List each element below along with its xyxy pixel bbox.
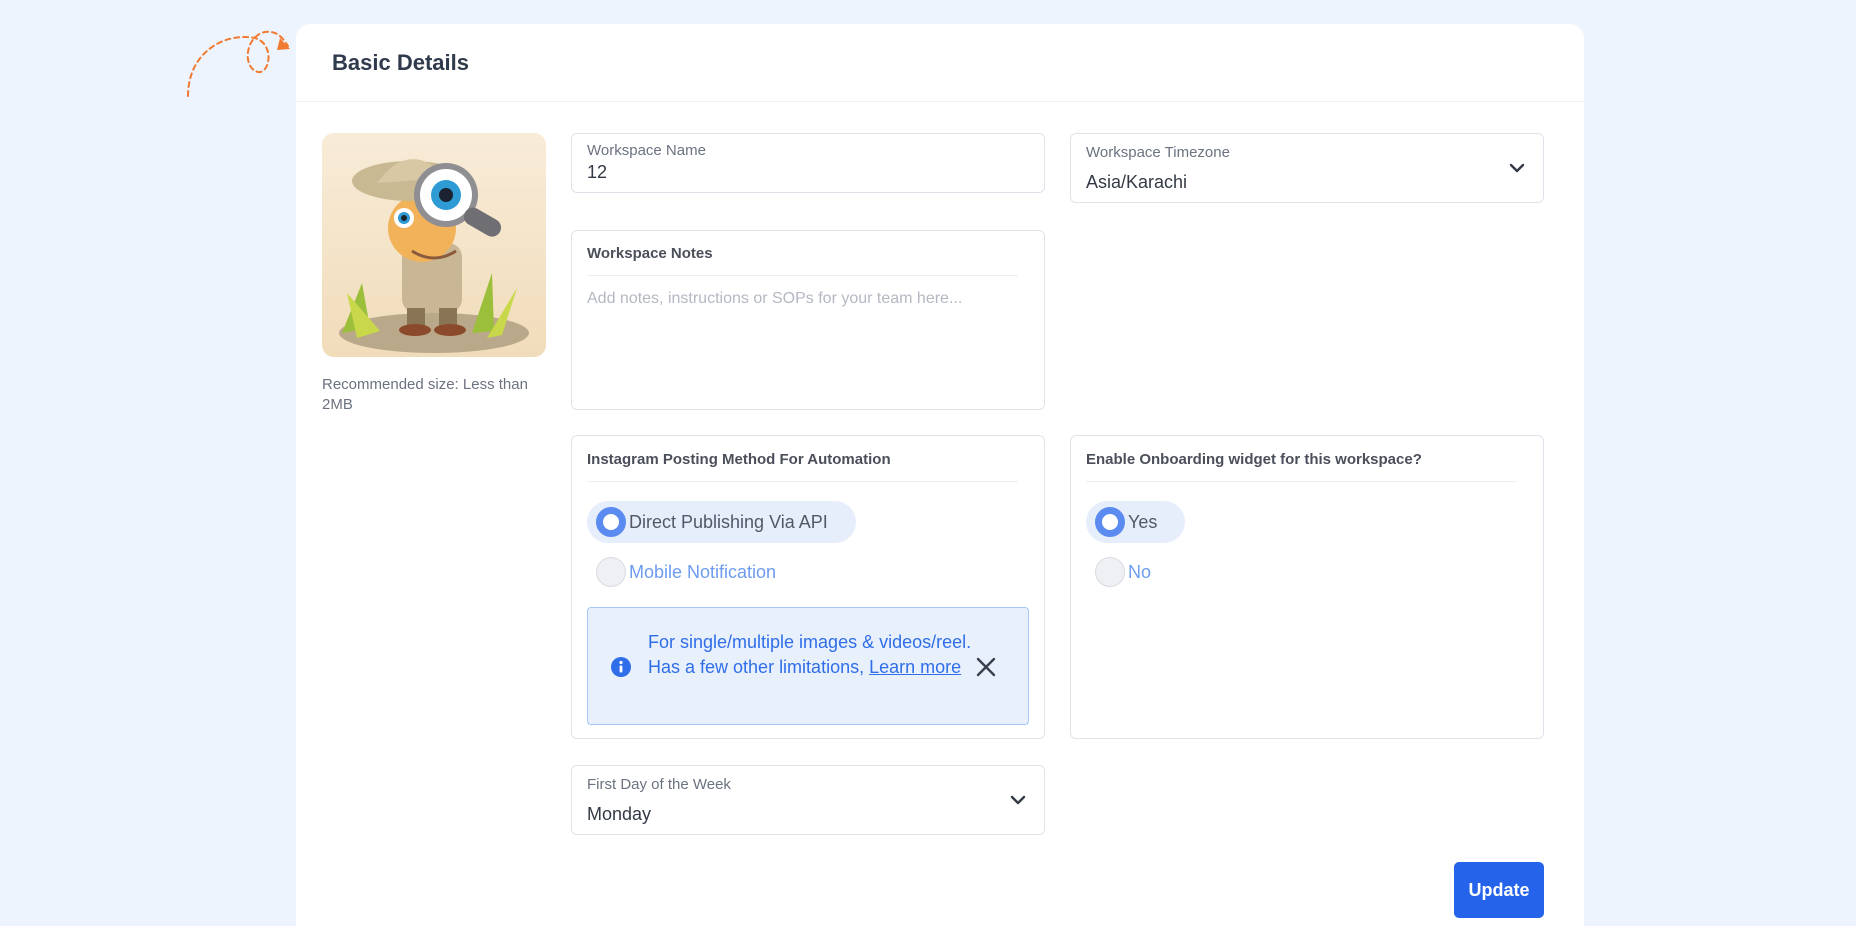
radio-onboarding-no-label: No <box>1128 561 1152 582</box>
instagram-posting-method-panel: Instagram Posting Method For Automation … <box>571 435 1045 739</box>
info-icon <box>611 657 631 677</box>
explorer-mascot-image <box>339 159 529 353</box>
instagram-posting-title: Instagram Posting Method For Automation <box>587 451 891 468</box>
dashed-arrow-doodle <box>187 30 290 97</box>
workspace-name-field[interactable]: Workspace Name 12 <box>571 133 1045 193</box>
card-header: Basic Details <box>296 24 1584 102</box>
workspace-notes-title: Workspace Notes <box>587 245 713 262</box>
radio-button-checked[interactable] <box>1095 507 1125 537</box>
workspace-notes-editor[interactable]: Workspace Notes Add notes, instructions … <box>571 230 1045 410</box>
workspace-timezone-value: Asia/Karachi <box>1086 172 1188 192</box>
radio-button-checked[interactable] <box>596 507 626 537</box>
info-alert-text: For single/multiple images & videos/reel… <box>648 630 978 680</box>
workspace-avatar[interactable] <box>322 133 546 357</box>
basic-details-card: Basic Details Recommended size: Less tha… <box>296 24 1584 926</box>
workspace-timezone-select[interactable]: Workspace Timezone Asia/Karachi <box>1070 133 1544 203</box>
workspace-timezone-label: Workspace Timezone <box>1086 144 1230 161</box>
info-alert: For single/multiple images & videos/reel… <box>587 607 1029 725</box>
radio-direct-publishing-label: Direct Publishing Via API <box>629 511 828 532</box>
onboarding-widget-panel: Enable Onboarding widget for this worksp… <box>1070 435 1544 739</box>
radio-onboarding-yes[interactable]: Yes <box>1086 501 1186 543</box>
radio-onboarding-no[interactable]: No <box>1086 551 1179 593</box>
avatar-size-hint: Recommended size: Less than 2MB <box>322 376 528 413</box>
radio-direct-publishing[interactable]: Direct Publishing Via API <box>587 501 856 543</box>
chevron-down-icon[interactable] <box>1507 158 1527 178</box>
first-day-of-week-select[interactable]: First Day of the Week Monday <box>571 765 1045 835</box>
radio-mobile-notification-label: Mobile Notification <box>629 561 777 582</box>
divider <box>587 275 1018 276</box>
divider <box>1086 481 1517 482</box>
workspace-notes-placeholder[interactable]: Add notes, instructions or SOPs for your… <box>587 290 962 308</box>
first-day-label: First Day of the Week <box>587 776 731 793</box>
chevron-down-icon[interactable] <box>1008 790 1028 810</box>
close-icon[interactable] <box>975 656 997 678</box>
update-button[interactable]: Update <box>1454 862 1544 918</box>
divider <box>587 481 1018 482</box>
radio-button-unchecked[interactable] <box>596 557 626 587</box>
learn-more-link[interactable]: Learn more <box>869 657 961 677</box>
radio-mobile-notification[interactable]: Mobile Notification <box>587 551 804 593</box>
first-day-value: Monday <box>587 804 652 824</box>
workspace-name-input[interactable]: 12 <box>587 162 607 183</box>
radio-button-unchecked[interactable] <box>1095 557 1125 587</box>
workspace-name-label: Workspace Name <box>587 142 706 159</box>
card-title: Basic Details <box>332 49 469 75</box>
onboarding-widget-title: Enable Onboarding widget for this worksp… <box>1086 451 1422 468</box>
radio-onboarding-yes-label: Yes <box>1128 511 1158 532</box>
